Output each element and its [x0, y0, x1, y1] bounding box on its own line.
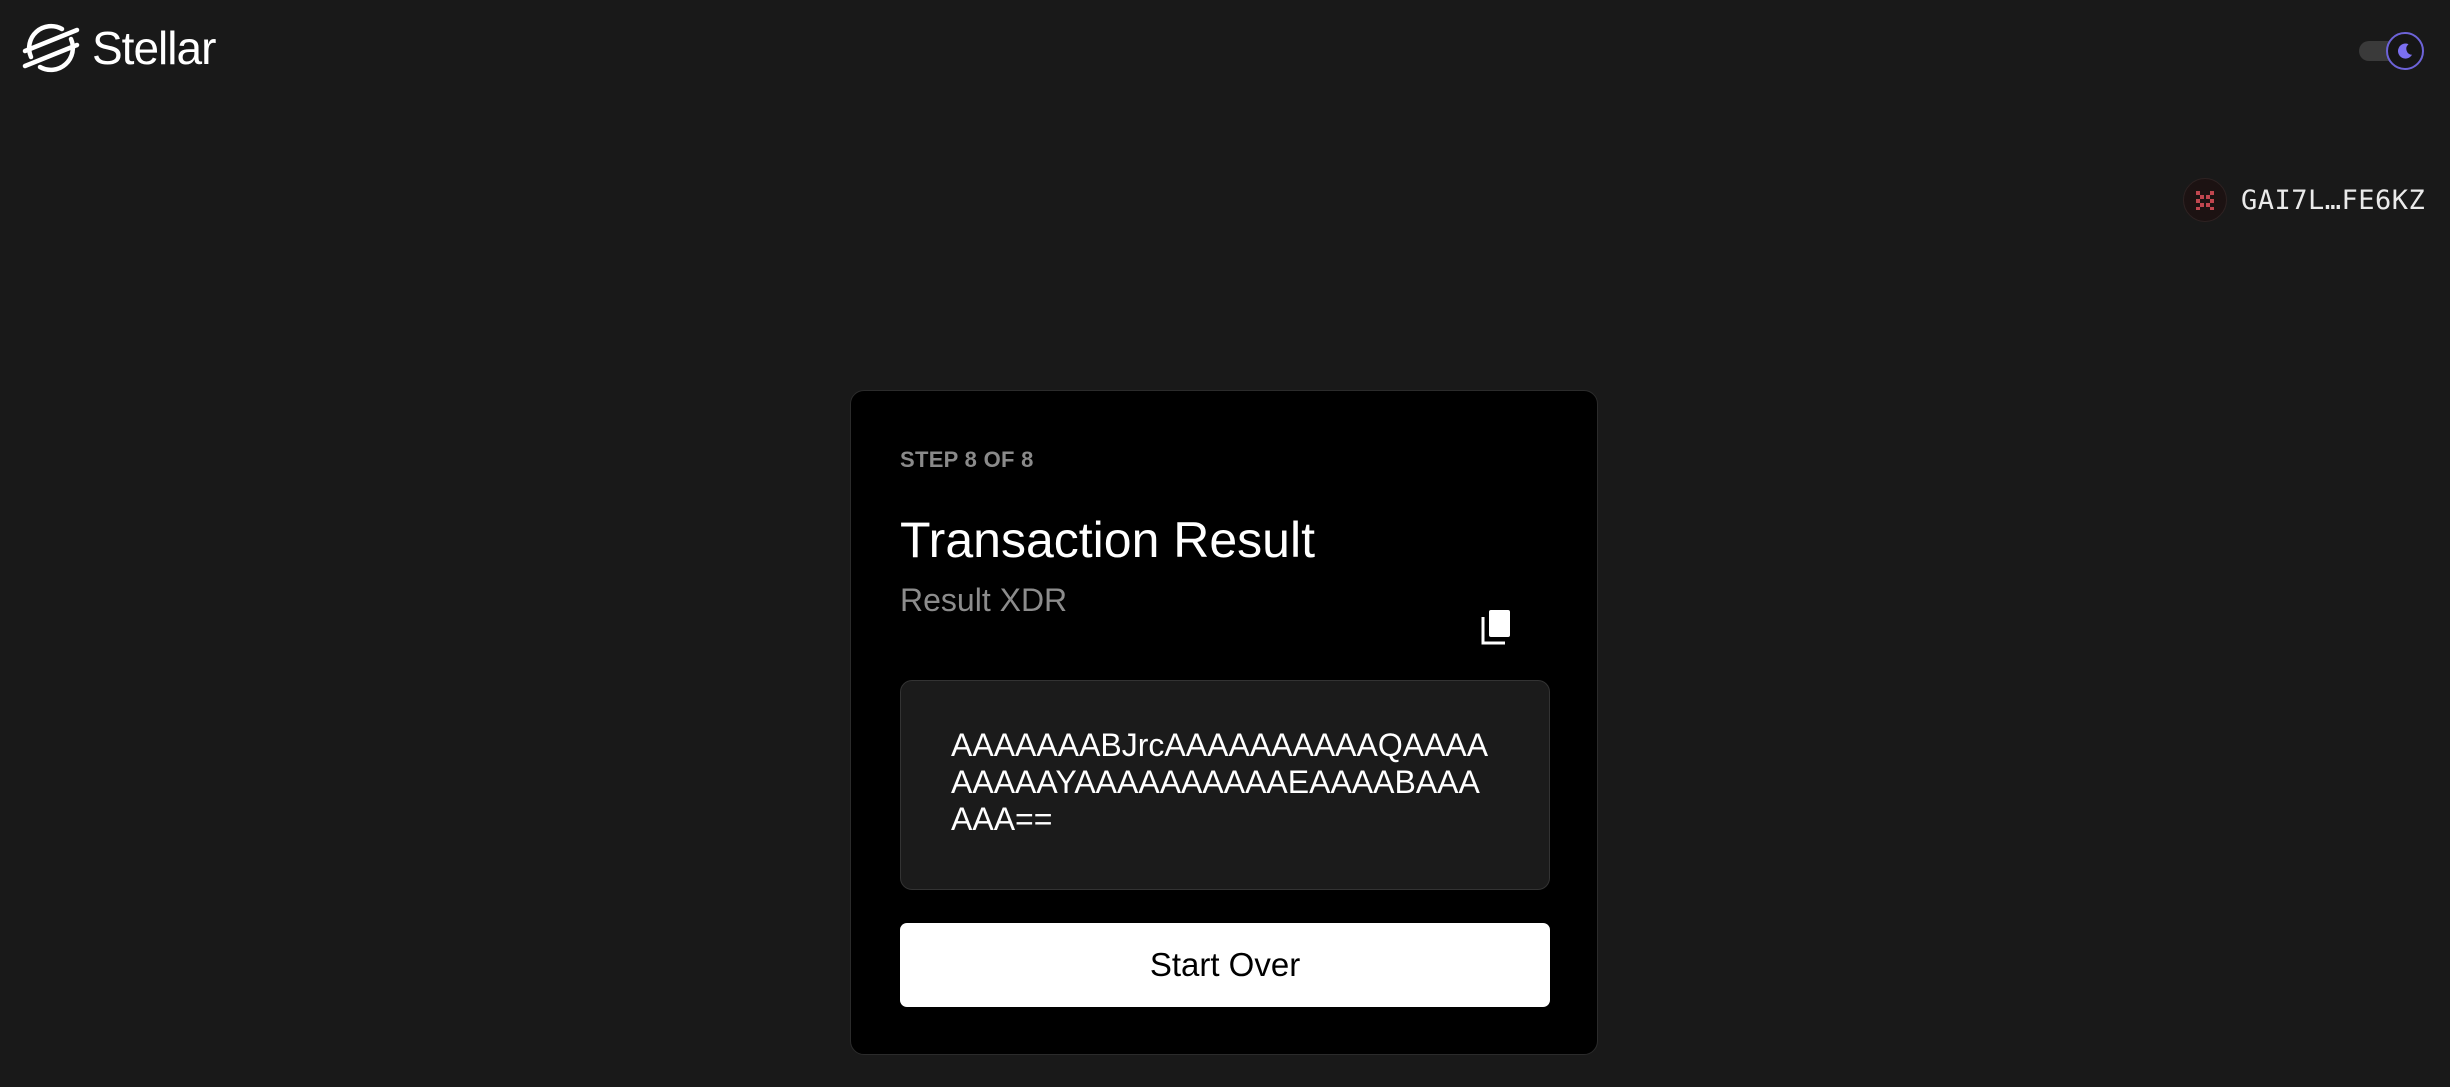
copy-icon [1481, 610, 1510, 645]
transaction-result-card: STEP 8 OF 8 Transaction Result Result XD… [850, 390, 1598, 1055]
stellar-logo-icon [22, 23, 80, 73]
page-title: Transaction Result [900, 512, 1315, 568]
result-xdr-value: AAAAAAABJrcAAAAAAAAAAQAAAAAAAAAYAAAAAAAA… [951, 727, 1489, 837]
start-over-button[interactable]: Start Over [900, 923, 1550, 1007]
identicon-avatar [2183, 178, 2227, 222]
theme-toggle-knob [2386, 32, 2424, 70]
brand-name: Stellar [92, 22, 216, 74]
account-address: GAI7L…FE6KZ [2241, 184, 2426, 216]
moon-icon [2397, 43, 2412, 59]
step-indicator: STEP 8 OF 8 [900, 447, 1034, 472]
account-menu[interactable]: GAI7L…FE6KZ [2183, 178, 2425, 222]
result-xdr-label: Result XDR [900, 582, 1068, 618]
theme-toggle[interactable] [2359, 32, 2425, 70]
result-xdr-box: AAAAAAABJrcAAAAAAAAAAQAAAAAAAAAYAAAAAAAA… [900, 680, 1550, 890]
copy-button[interactable] [1477, 607, 1517, 647]
stellar-logo[interactable]: Stellar [22, 22, 216, 74]
